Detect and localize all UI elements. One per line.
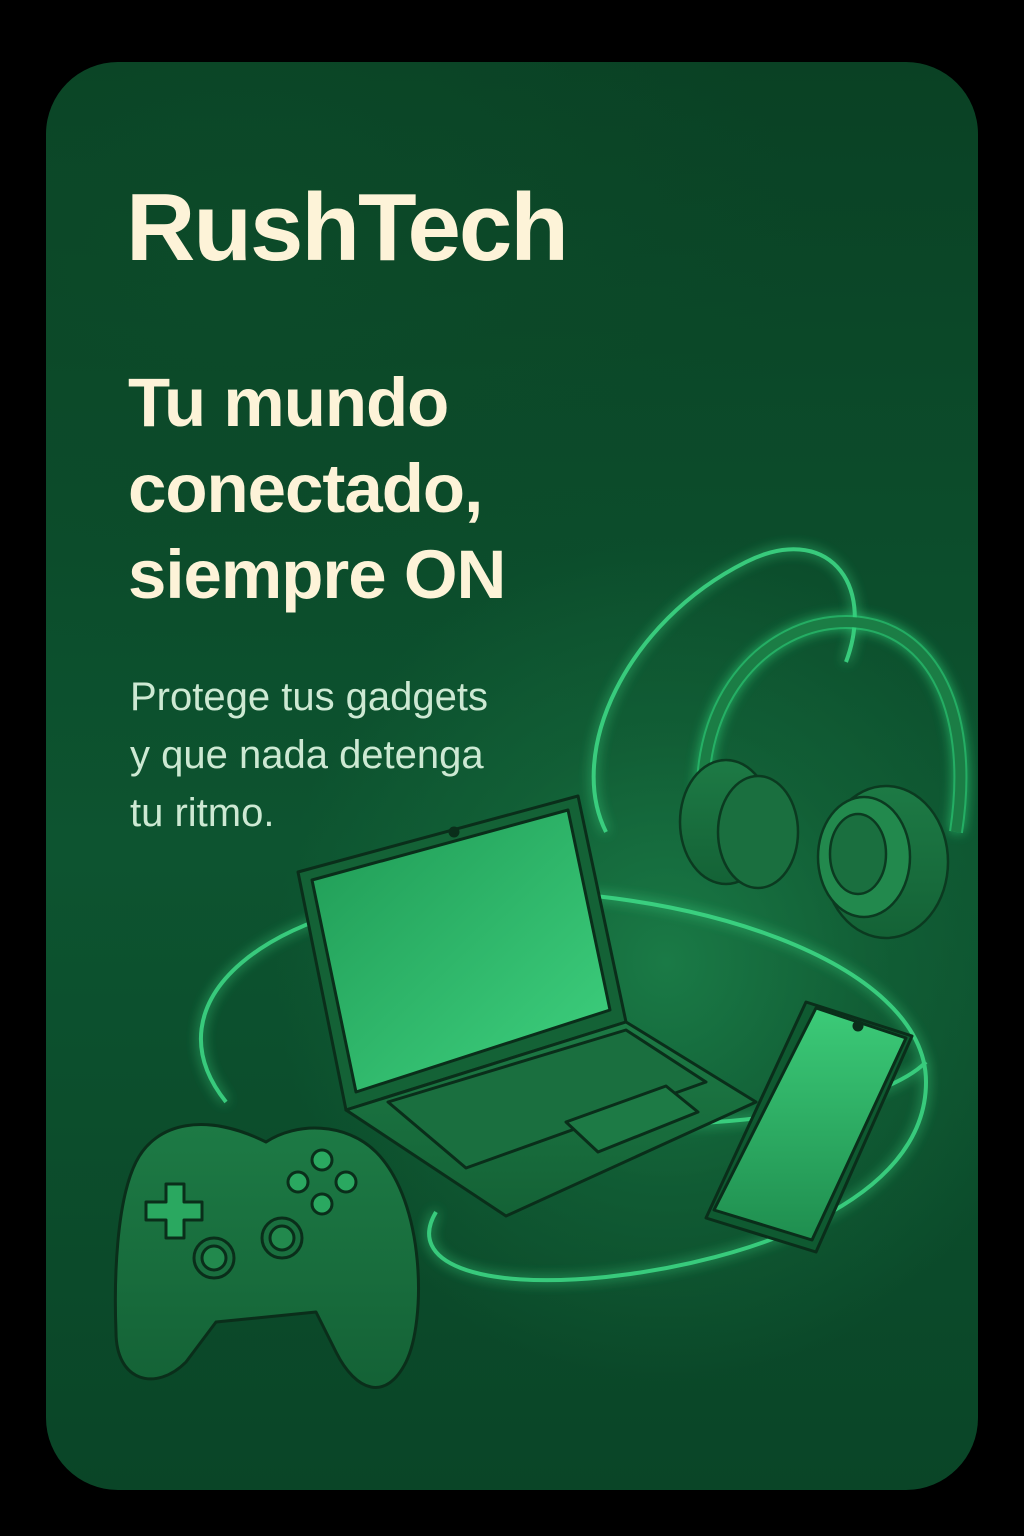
tagline-line: Protege tus gadgets xyxy=(130,675,489,719)
promo-card: RushTech Tu mundo conectado, siempre ON … xyxy=(46,62,978,1490)
tagline-line: tu ritmo. xyxy=(130,791,275,835)
gamepad-icon xyxy=(113,1123,420,1389)
tagline: Protege tus gadgets y que nada detenga t… xyxy=(130,668,650,842)
headline: Tu mundo conectado, siempre ON xyxy=(128,360,688,618)
headline-line: siempre ON xyxy=(128,536,506,613)
brand-logo: RushTech xyxy=(126,174,569,281)
smartphone-icon xyxy=(704,1000,914,1254)
headphones-icon xyxy=(678,614,968,940)
headline-line: Tu mundo xyxy=(128,364,449,441)
headline-line: conectado, xyxy=(128,450,483,527)
tagline-line: y que nada detenga xyxy=(130,733,484,777)
